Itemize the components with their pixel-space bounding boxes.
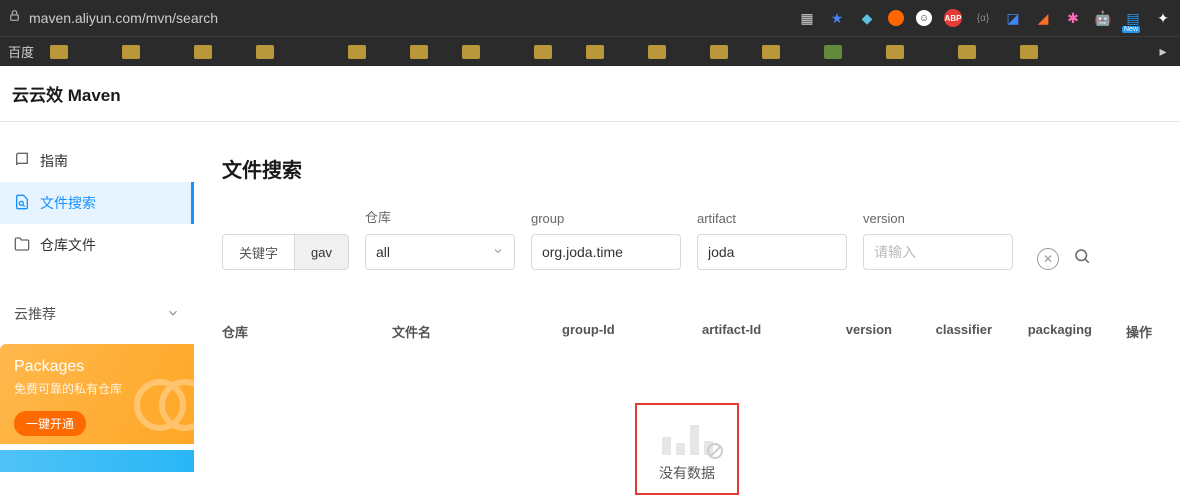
bookmark-folder[interactable]	[348, 45, 366, 59]
th-action: 操作	[1092, 322, 1152, 341]
bookmark-folder[interactable]	[1020, 45, 1038, 59]
qr-icon[interactable]: ▦	[798, 9, 816, 27]
section-title: 文件搜索	[222, 154, 1152, 183]
bookmark-folder[interactable]	[462, 45, 480, 59]
ext-new-icon[interactable]: ▤New	[1124, 9, 1142, 27]
bookmark-folder[interactable]	[534, 45, 552, 59]
bookmark-folder[interactable]	[886, 45, 904, 59]
search-button[interactable]	[1073, 247, 1091, 270]
sidebar-item-search[interactable]: 文件搜索	[0, 182, 194, 224]
promo-card[interactable]: Packages 免费可靠的私有仓库 一键开通	[0, 344, 194, 444]
sidebar-item-guide[interactable]: 指南	[0, 140, 194, 182]
clear-button[interactable]: ✕	[1037, 248, 1059, 270]
field-label: 仓库	[365, 207, 515, 226]
main-content: 文件搜索 关键字 gav 仓库 all group	[194, 122, 1180, 504]
bookmark-baidu[interactable]: 百度	[8, 42, 34, 61]
search-mode-toggle: 关键字 gav	[222, 234, 349, 270]
ext-blue-icon[interactable]: ◪	[1004, 9, 1022, 27]
ext-robot-icon[interactable]: 🤖	[1094, 9, 1112, 27]
bookmark-folder[interactable]	[122, 45, 140, 59]
ext-bracket-icon[interactable]: {α}	[974, 9, 992, 27]
bookmarks-overflow-icon[interactable]: ▸	[1154, 43, 1172, 61]
search-actions: ✕	[1037, 247, 1091, 270]
bookmark-folder[interactable]	[194, 45, 212, 59]
sidebar-section-label: 云推荐	[14, 304, 56, 324]
field-label: group	[531, 211, 681, 226]
sidebar-section-recommend[interactable]: 云推荐	[0, 294, 194, 334]
browser-url[interactable]: maven.aliyun.com/mvn/search	[29, 10, 790, 26]
group-input[interactable]	[531, 234, 681, 270]
field-label: version	[863, 211, 1013, 226]
puzzle-icon[interactable]: ✦	[1154, 9, 1172, 27]
search-icon	[14, 194, 30, 213]
field-group: group	[531, 211, 681, 270]
gitlab-icon[interactable]: ◢	[1034, 9, 1052, 27]
chevron-down-icon	[166, 306, 180, 323]
bookmark-folder[interactable]	[256, 45, 274, 59]
field-artifact: artifact	[697, 211, 847, 270]
promo-button[interactable]: 一键开通	[14, 411, 86, 436]
folder-icon	[14, 236, 30, 255]
empty-state: 没有数据	[222, 403, 1152, 495]
th-packaging: packaging	[992, 322, 1092, 341]
search-form: 关键字 gav 仓库 all group artifact	[222, 207, 1152, 270]
no-data-icon	[707, 443, 723, 459]
bookmarks-bar: 百度 ▸	[0, 36, 1180, 66]
sidebar-item-label: 仓库文件	[40, 235, 96, 255]
th-version: version	[812, 322, 892, 341]
gem-icon[interactable]: ◆	[858, 9, 876, 27]
bookmark-folder[interactable]	[648, 45, 666, 59]
browser-actions: ▦ ★ ◆ ☺ ABP {α} ◪ ◢ ✱ 🤖 ▤New ✦	[798, 9, 1172, 27]
field-version: version	[863, 211, 1013, 270]
results-table-header: 仓库 文件名 group-Id artifact-Id version clas…	[222, 310, 1152, 353]
ext-asterisk-icon[interactable]: ✱	[1064, 9, 1082, 27]
th-repo: 仓库	[222, 322, 392, 341]
empty-highlight: 没有数据	[635, 403, 739, 495]
th-classifier: classifier	[892, 322, 992, 341]
browser-url-bar: maven.aliyun.com/mvn/search ▦ ★ ◆ ☺ ABP …	[0, 0, 1180, 36]
sidebar-item-label: 指南	[40, 151, 68, 171]
abp-icon[interactable]: ABP	[944, 9, 962, 27]
bookmark-folder[interactable]	[958, 45, 976, 59]
bookmark-folder[interactable]	[586, 45, 604, 59]
bookmark-folder[interactable]	[710, 45, 728, 59]
repo-select-value: all	[376, 244, 390, 260]
sidebar-nav: 指南 文件搜索 仓库文件	[0, 122, 194, 266]
ext-circle-icon[interactable]: ☺	[916, 10, 932, 26]
th-group: group-Id	[562, 322, 702, 341]
toggle-keyword[interactable]: 关键字	[223, 235, 294, 269]
lock-icon	[8, 9, 21, 27]
promo-strip[interactable]	[0, 450, 194, 472]
sidebar-item-repo-files[interactable]: 仓库文件	[0, 224, 194, 266]
page-header: 云云效 Maven	[0, 66, 1180, 122]
chevron-down-icon	[492, 244, 504, 260]
field-repo: 仓库 all	[365, 207, 515, 270]
page-title: 云云效 Maven	[12, 81, 121, 106]
sidebar-item-label: 文件搜索	[40, 193, 96, 213]
sidebar: 指南 文件搜索 仓库文件 云推荐 Packages	[0, 122, 194, 504]
star-icon[interactable]: ★	[828, 9, 846, 27]
bookmark-folder[interactable]	[410, 45, 428, 59]
ext-orange-icon[interactable]	[888, 10, 904, 26]
toggle-gav[interactable]: gav	[294, 235, 348, 269]
version-input[interactable]	[863, 234, 1013, 270]
empty-chart-icon	[662, 421, 713, 455]
repo-select[interactable]: all	[365, 234, 515, 270]
empty-text: 没有数据	[659, 463, 715, 483]
th-artifact: artifact-Id	[702, 322, 812, 341]
bookmark-folder[interactable]	[824, 45, 842, 59]
infinity-icon	[134, 374, 194, 424]
bookmark-folder[interactable]	[762, 45, 780, 59]
book-icon	[14, 152, 30, 171]
artifact-input[interactable]	[697, 234, 847, 270]
th-file: 文件名	[392, 322, 562, 341]
field-label: artifact	[697, 211, 847, 226]
bookmark-folder[interactable]	[50, 45, 68, 59]
